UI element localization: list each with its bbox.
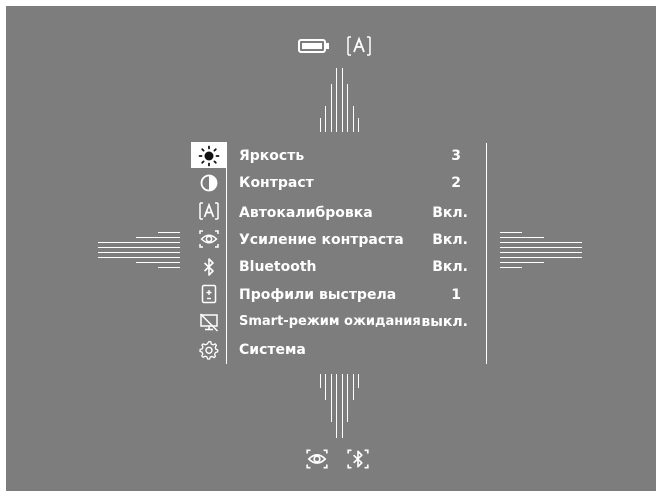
menu-item-bluetooth[interactable]: Bluetooth xyxy=(239,258,317,276)
menu-value-contrast-boost: Вкл. xyxy=(432,232,468,248)
gear-icon[interactable] xyxy=(198,339,220,361)
menu-item-shooting-profiles[interactable]: Профили выстрела xyxy=(239,286,396,304)
smart-standby-icon[interactable] xyxy=(198,311,220,333)
auto-calibration-mode-icon xyxy=(346,35,372,57)
menu-value-brightness: 3 xyxy=(451,148,461,164)
menu-item-system[interactable]: Система xyxy=(239,341,306,359)
menu-right-divider xyxy=(486,143,487,364)
menu-left-divider xyxy=(226,143,227,364)
shooting-profile-icon[interactable] xyxy=(198,283,220,305)
menu-value-auto-calibration: Вкл. xyxy=(432,205,468,221)
auto-calibration-icon[interactable] xyxy=(198,200,220,222)
contrast-half-circle-icon[interactable] xyxy=(198,172,220,194)
menu-item-contrast[interactable]: Контраст xyxy=(239,174,314,192)
menu-item-auto-calibration[interactable]: Автокалибровка xyxy=(239,204,373,222)
menu-value-bluetooth: Вкл. xyxy=(432,259,468,275)
menu-values-column: 3 2 Вкл. Вкл. Вкл. 1 выкл. xyxy=(406,6,468,330)
brightness-sun-icon[interactable] xyxy=(198,145,220,167)
menu-item-contrast-boost[interactable]: Усиление контраста xyxy=(239,231,404,249)
menu-item-smart-standby[interactable]: Smart-режим ожидания xyxy=(239,313,421,331)
battery-icon xyxy=(298,38,330,54)
menu-value-shooting-profiles: 1 xyxy=(451,287,461,303)
bluetooth-icon[interactable] xyxy=(198,256,220,278)
contrast-boost-eye-icon[interactable] xyxy=(198,228,220,250)
bluetooth-status-icon xyxy=(346,447,370,471)
menu-value-smart-standby: выкл. xyxy=(421,314,468,330)
menu-value-contrast: 2 xyxy=(451,175,461,191)
contrast-eye-status-icon xyxy=(305,447,329,471)
device-screen: Яркость Контраст Автокалибровка Усиление… xyxy=(6,6,656,491)
menu-item-brightness[interactable]: Яркость xyxy=(239,147,304,165)
